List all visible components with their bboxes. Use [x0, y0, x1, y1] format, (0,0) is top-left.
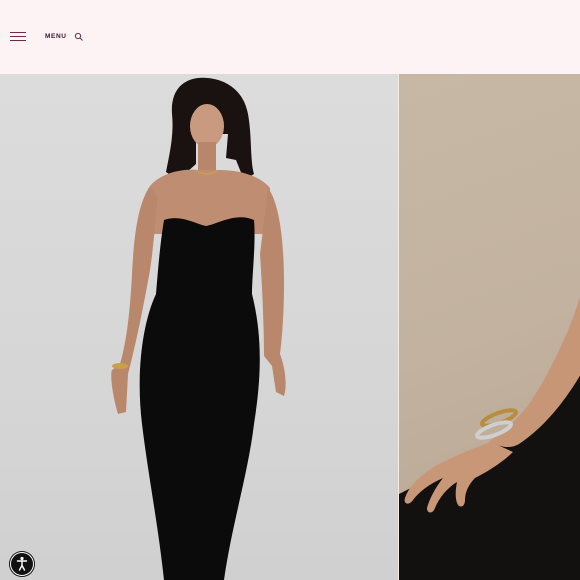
gallery-image-secondary[interactable]: [398, 74, 580, 580]
product-gallery: [0, 74, 580, 580]
hamburger-menu-icon[interactable]: [10, 32, 26, 42]
site-header: MENU: [0, 0, 580, 74]
gallery-image-main[interactable]: [0, 74, 398, 580]
accessibility-icon: [16, 556, 28, 571]
model-dress-image: [111, 77, 286, 580]
menu-button[interactable]: MENU: [45, 33, 67, 40]
accessibility-button[interactable]: [10, 552, 34, 576]
model-bangles-image: [399, 297, 580, 580]
search-icon[interactable]: [74, 32, 84, 42]
